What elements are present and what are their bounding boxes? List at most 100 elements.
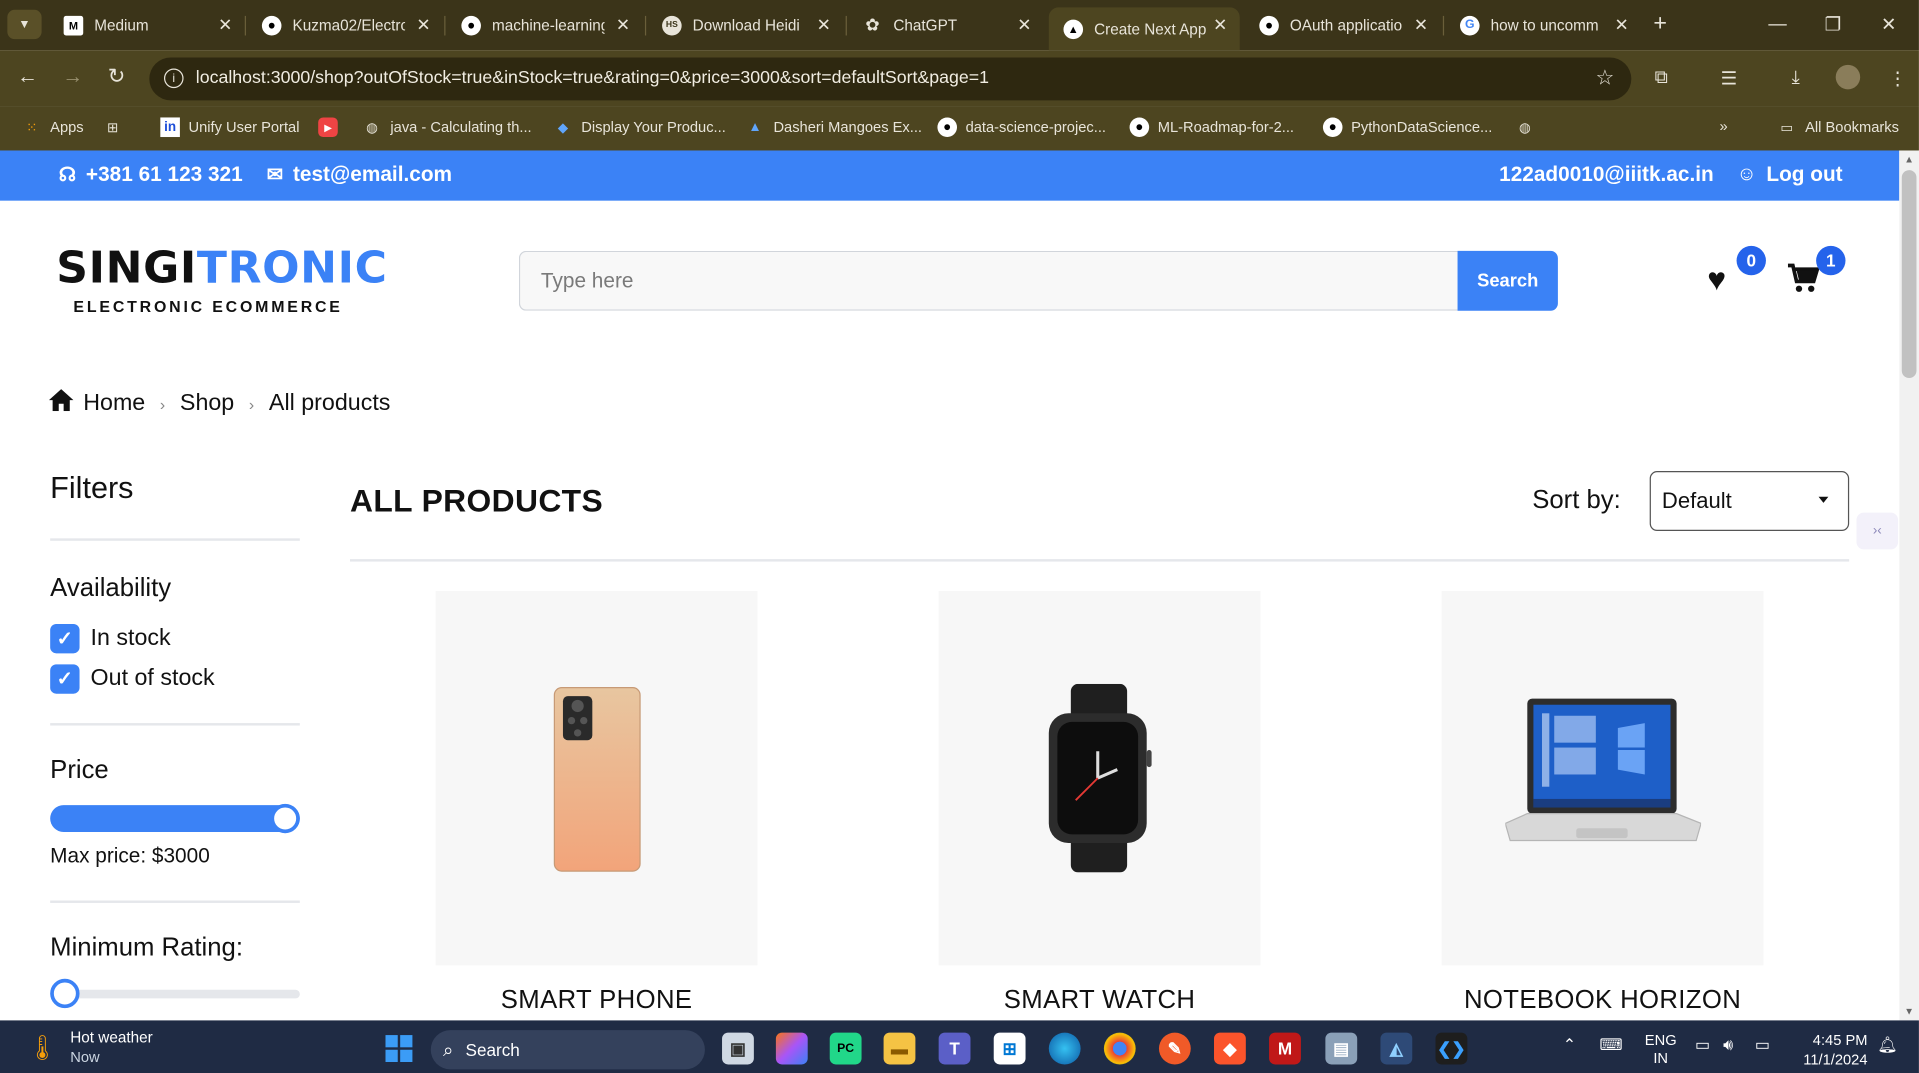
close-icon[interactable]: ✕ <box>218 15 232 36</box>
brave-icon[interactable]: ◆ <box>1214 1032 1246 1065</box>
close-icon[interactable]: ✕ <box>616 15 630 36</box>
battery-icon[interactable]: ▭ <box>1755 1035 1770 1055</box>
weather-widget[interactable]: 🌡 Hot weather Now <box>27 1029 153 1066</box>
bookmark-data-science[interactable]: ● data-science-projec... <box>937 117 1106 138</box>
close-icon[interactable]: ✕ <box>416 15 430 36</box>
product-name[interactable]: SMART PHONE <box>436 986 758 1015</box>
product-name[interactable]: SMART WATCH <box>939 986 1261 1015</box>
mysql-workbench-icon[interactable]: ◭ <box>1380 1032 1413 1065</box>
product-card[interactable]: NOTEBOOK HORIZON <box>1441 590 1764 1014</box>
task-view-icon[interactable]: ▣ <box>722 1032 754 1065</box>
bookmark-tab-groups[interactable]: ⊞ <box>103 117 131 137</box>
clock[interactable]: 4:45 PM 11/1/2024 <box>1794 1030 1867 1069</box>
close-icon[interactable]: ✕ <box>817 15 831 36</box>
file-explorer-icon[interactable]: ▬ <box>883 1032 916 1065</box>
url-text[interactable]: localhost:3000/shop?outOfStock=true&inSt… <box>196 69 989 89</box>
volume-icon[interactable]: 🔊︎ <box>1723 1035 1733 1055</box>
product-image[interactable] <box>435 590 758 966</box>
address-bar[interactable]: i localhost:3000/shop?outOfStock=true&in… <box>149 57 1632 101</box>
close-icon[interactable]: ✕ <box>1213 15 1227 36</box>
page-scrollbar[interactable]: ▲ ▼ <box>1899 150 1919 1021</box>
scrollbar-thumb[interactable] <box>1901 170 1917 379</box>
bookmark-unify[interactable]: in Unify User Portal <box>160 117 299 138</box>
product-image[interactable] <box>938 590 1261 966</box>
copilot-icon[interactable] <box>775 1032 808 1065</box>
notification-bell-icon[interactable]: 🔔︎ <box>1877 1035 1897 1055</box>
rating-slider[interactable] <box>50 978 300 1009</box>
bookmark-globe[interactable]: ◍ <box>1515 117 1543 137</box>
mcafee-icon[interactable]: M <box>1269 1032 1301 1065</box>
scroll-down-icon[interactable]: ▼ <box>1904 1006 1914 1017</box>
language-indicator[interactable]: ENG IN <box>1645 1031 1677 1068</box>
chrome-icon[interactable] <box>1103 1032 1136 1065</box>
out-of-stock-checkbox[interactable]: ✓ Out of stock <box>50 664 300 694</box>
close-icon[interactable]: ✕ <box>1615 15 1629 36</box>
windows-start-icon[interactable] <box>385 1035 413 1062</box>
menu-kebab-icon[interactable]: ⋮ <box>1888 67 1906 90</box>
keyboard-icon[interactable]: ⌨ <box>1600 1035 1623 1055</box>
breadcrumb-home[interactable]: Home <box>83 390 145 417</box>
close-icon[interactable]: ✕ <box>1017 15 1031 36</box>
product-image[interactable] <box>1441 590 1764 966</box>
in-stock-checkbox[interactable]: ✓ In stock <box>50 623 300 654</box>
bookmark-java[interactable]: ◍ java - Calculating th... <box>362 117 531 137</box>
reading-list-icon[interactable]: ☰ <box>1721 67 1737 90</box>
search-button[interactable]: Search <box>1457 250 1558 311</box>
extensions-icon[interactable]: ⧉ <box>1655 67 1668 88</box>
cart-icon[interactable] <box>1787 263 1821 303</box>
rating-slider-handle[interactable] <box>50 978 80 1009</box>
bookmark-apps[interactable]: ⁙ Apps <box>22 117 84 137</box>
all-bookmarks[interactable]: ▭ All Bookmarks <box>1777 117 1899 137</box>
network-icon[interactable]: ▭ <box>1695 1035 1710 1055</box>
new-tab-button[interactable]: + <box>1653 11 1667 38</box>
product-card[interactable]: SMART PHONE <box>435 590 758 1014</box>
bookmark-python-ds[interactable]: ● PythonDataScience... <box>1322 117 1492 138</box>
tab-kuzma[interactable]: ● Kuzma02/Electro ✕ <box>247 7 443 42</box>
tab-chatgpt[interactable]: ✿ ChatGPT ✕ <box>848 7 1044 42</box>
minimize-button[interactable]: — <box>1768 13 1786 34</box>
reload-icon[interactable]: ↻ <box>108 65 125 89</box>
tab-oauth[interactable]: ● OAuth applicatio ✕ <box>1245 7 1441 42</box>
bookmark-youtube[interactable]: ▶ <box>318 117 346 138</box>
postman-icon[interactable]: ✎ <box>1158 1032 1191 1065</box>
bookmark-display-product[interactable]: ◆ Display Your Produc... <box>553 117 726 137</box>
email-link[interactable]: ✉ test@email.com <box>267 163 452 187</box>
bookmark-ml-roadmap[interactable]: ● ML-Roadmap-for-2... <box>1129 117 1294 138</box>
chevron-up-icon[interactable]: ⌃ <box>1563 1035 1576 1055</box>
devtools-icon[interactable]: ›‹ <box>1856 512 1899 550</box>
vscode-icon[interactable]: ❮❯ <box>1435 1032 1468 1065</box>
product-name[interactable]: NOTEBOOK HORIZON <box>1442 986 1764 1015</box>
more-bookmarks-icon[interactable]: » <box>1719 117 1727 134</box>
back-icon[interactable]: ← <box>17 65 38 89</box>
site-logo[interactable]: SINGITRONIC ELECTRONIC ECOMMERCE <box>56 243 387 315</box>
download-icon[interactable]: ⤓ <box>1792 67 1800 88</box>
search-input[interactable] <box>518 250 1458 311</box>
close-icon[interactable]: ✕ <box>1414 15 1428 36</box>
store-icon[interactable]: ⊞ <box>993 1032 1026 1065</box>
logout-button[interactable]: ☺ Log out <box>1737 163 1843 187</box>
tab-heidi[interactable]: HS Download Heidi ✕ <box>647 7 843 42</box>
pycharm-icon[interactable]: PC <box>829 1032 862 1065</box>
tab-create-next-app[interactable]: ▲ Create Next App ✕ <box>1048 7 1240 51</box>
teams-icon[interactable]: T <box>938 1032 971 1065</box>
tab-machine-learning[interactable]: ● machine-learning ✕ <box>447 7 643 42</box>
site-info-icon[interactable]: i <box>163 68 184 89</box>
edge-icon[interactable] <box>1048 1032 1081 1065</box>
scroll-up-icon[interactable]: ▲ <box>1904 154 1914 165</box>
taskbar-search[interactable]: ⌕ Search <box>430 1030 705 1070</box>
restore-button[interactable]: ❐ <box>1825 13 1841 36</box>
heart-icon[interactable]: ♥ <box>1707 261 1726 299</box>
home-icon[interactable] <box>48 389 74 418</box>
tab-medium[interactable]: M Medium ✕ <box>49 7 245 42</box>
price-slider[interactable] <box>50 803 300 834</box>
bookmark-dasheri[interactable]: ▲ Dasheri Mangoes Ex... <box>745 117 922 137</box>
database-icon[interactable]: ▤ <box>1325 1032 1358 1065</box>
tab-search-button[interactable]: ▼ <box>7 9 42 40</box>
profile-avatar[interactable] <box>1835 64 1861 90</box>
price-slider-handle[interactable] <box>270 803 300 834</box>
forward-icon[interactable]: → <box>62 65 83 89</box>
phone-link[interactable]: ☊ +381 61 123 321 <box>59 163 243 187</box>
bookmark-star-icon[interactable]: ☆ <box>1596 66 1615 90</box>
close-window-button[interactable]: ✕ <box>1881 13 1896 36</box>
tab-google[interactable]: G how to uncomm ✕ <box>1445 7 1641 42</box>
